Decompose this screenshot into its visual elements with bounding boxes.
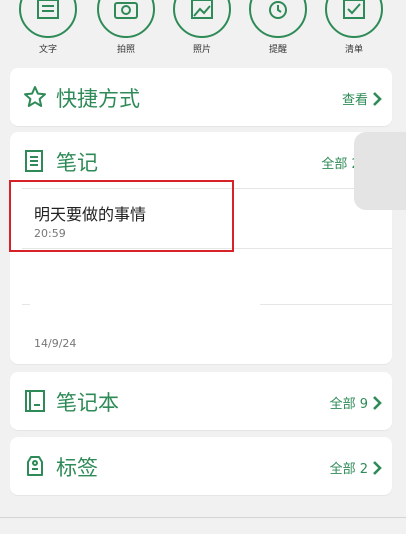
tags-title: 标签 — [56, 456, 98, 480]
notebooks-all-link[interactable]: 全部 9 — [330, 393, 382, 412]
chevron-right-icon — [373, 460, 382, 475]
bottom-divider — [0, 517, 406, 518]
notes-title: 笔记 — [56, 151, 98, 175]
quick-action-checklist[interactable]: 清单 — [323, 0, 385, 55]
redaction-patch — [30, 252, 260, 336]
shortcuts-view-link[interactable]: 查看 — [342, 89, 382, 108]
shortcuts-card[interactable]: 快捷方式 查看 — [10, 68, 392, 126]
quick-action-camera[interactable]: 拍照 — [95, 0, 157, 55]
quick-action-label: 提醒 — [268, 45, 287, 55]
notebooks-title: 笔记本 — [56, 391, 119, 415]
notebooks-link-label: 全部 9 — [329, 397, 368, 412]
notebooks-card[interactable]: 笔记本 全部 9 — [10, 372, 392, 430]
note-time: 14/9/24 — [34, 337, 77, 350]
text-note-icon — [19, 0, 77, 38]
photo-icon — [173, 0, 231, 38]
alarm-clock-icon — [249, 0, 307, 38]
tag-icon — [23, 454, 47, 482]
quick-action-label: 清单 — [344, 45, 363, 55]
quick-action-text[interactable]: 文字 — [17, 0, 79, 55]
quick-action-label: 照片 — [192, 45, 211, 55]
note-icon — [23, 149, 45, 177]
highlight-box — [9, 180, 234, 252]
quick-action-label: 拍照 — [116, 45, 135, 55]
chevron-right-icon — [373, 91, 382, 106]
shortcuts-header: 快捷方式 查看 — [10, 68, 392, 126]
quick-actions-bar: 文字 拍照 照片 提醒 清单 — [0, 0, 406, 64]
tags-card[interactable]: 标签 全部 2 — [10, 437, 392, 495]
checklist-icon — [325, 0, 383, 38]
quick-action-label: 文字 — [38, 45, 57, 55]
scroll-handle[interactable] — [354, 132, 406, 210]
quick-action-reminder[interactable]: 提醒 — [247, 0, 309, 55]
camera-icon — [97, 0, 155, 38]
star-icon — [23, 85, 47, 113]
tags-link-label: 全部 2 — [329, 462, 368, 477]
chevron-right-icon — [373, 395, 382, 410]
shortcuts-link-label: 查看 — [341, 93, 368, 108]
tags-all-link[interactable]: 全部 2 — [330, 458, 382, 477]
quick-action-photo[interactable]: 照片 — [171, 0, 233, 55]
tags-header: 标签 全部 2 — [10, 437, 392, 495]
notebooks-header: 笔记本 全部 9 — [10, 372, 392, 430]
notebook-icon — [23, 389, 47, 417]
shortcuts-title: 快捷方式 — [56, 87, 140, 111]
